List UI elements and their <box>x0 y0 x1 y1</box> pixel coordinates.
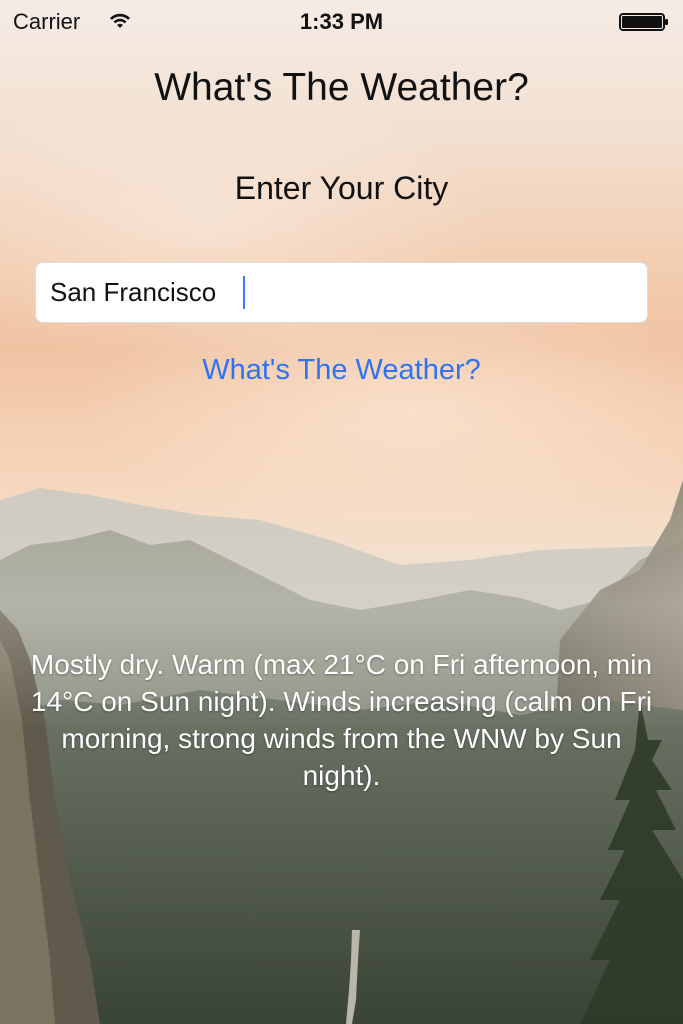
text-cursor <box>243 276 245 309</box>
city-input[interactable] <box>35 262 648 323</box>
background-landscape-image <box>0 480 683 1024</box>
app-screen: Carrier 1:33 PM What's The Weather? Ente… <box>0 0 683 1024</box>
whats-the-weather-button[interactable]: What's The Weather? <box>0 354 683 387</box>
forecast-text: Mostly dry. Warm (max 21°C on Fri aftern… <box>30 649 653 791</box>
status-bar: Carrier 1:33 PM <box>0 0 683 44</box>
city-prompt-label: Enter Your City <box>234 170 449 206</box>
app-title: What's The Weather? <box>154 66 529 109</box>
status-time: 1:33 PM <box>299 9 384 34</box>
battery-icon <box>619 13 668 31</box>
